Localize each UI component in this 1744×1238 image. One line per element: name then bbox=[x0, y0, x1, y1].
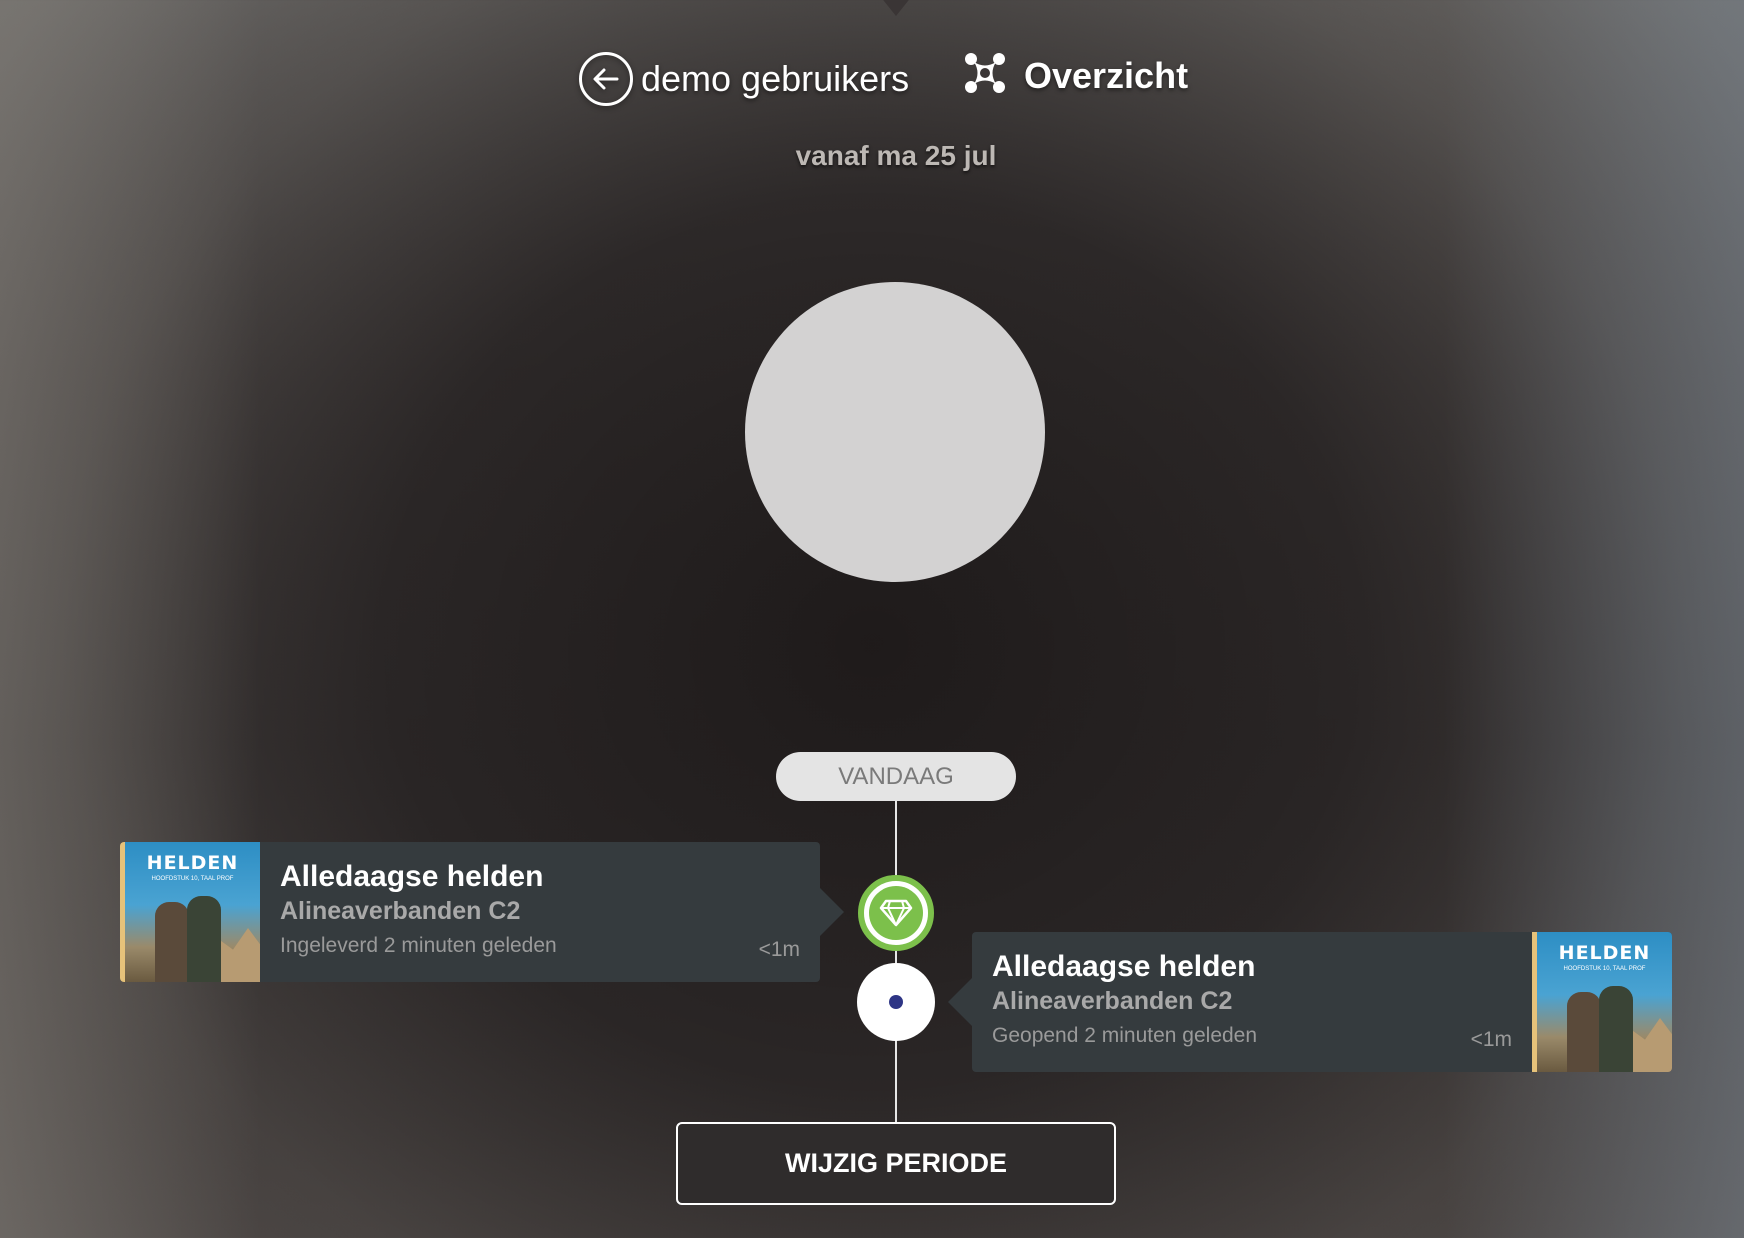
back-link-label[interactable]: demo gebruikers bbox=[641, 58, 909, 100]
cover-title: HELDEN bbox=[146, 852, 239, 874]
event-body: Alledaagse helden Alineaverbanden C2 Ing… bbox=[260, 842, 820, 982]
change-period-button[interactable]: WIJZIG PERIODE bbox=[676, 1122, 1116, 1205]
cover-title: HELDEN bbox=[1558, 942, 1651, 964]
event-status: Ingeleverd 2 minuten geleden bbox=[280, 934, 557, 957]
dot-icon bbox=[889, 995, 903, 1009]
timeline-node-opened bbox=[857, 963, 935, 1041]
card-pointer bbox=[820, 888, 844, 936]
timeline-line bbox=[895, 795, 897, 1125]
event-title: Alledaagse helden bbox=[280, 860, 544, 893]
arrow-left-circle-icon[interactable] bbox=[579, 52, 633, 106]
cover-subtitle: HOOFDSTUK 10, TAAL PROF bbox=[1563, 966, 1646, 972]
overview-icon bbox=[964, 52, 1006, 99]
period-text: vanaf ma 25 jul bbox=[795, 140, 997, 171]
timeline-event-card[interactable]: Alledaagse helden Alineaverbanden C2 Geo… bbox=[948, 932, 1672, 1072]
cover-subtitle: HOOFDSTUK 10, TAAL PROF bbox=[151, 876, 234, 882]
header: demo gebruikers Overzicht bbox=[0, 48, 1744, 118]
event-body: Alledaagse helden Alineaverbanden C2 Geo… bbox=[972, 932, 1532, 1072]
book-cover-image: HELDEN HOOFDSTUK 10, TAAL PROF bbox=[120, 842, 260, 982]
today-label: VANDAAG bbox=[776, 752, 1016, 801]
top-caret-icon[interactable] bbox=[872, 0, 920, 16]
card-pointer bbox=[948, 978, 972, 1026]
book-cover-image: HELDEN HOOFDSTUK 10, TAAL PROF bbox=[1532, 932, 1672, 1072]
event-subtitle: Alineaverbanden C2 bbox=[992, 987, 1233, 1015]
diamond-icon bbox=[869, 886, 923, 940]
timeline-event-card[interactable]: HELDEN HOOFDSTUK 10, TAAL PROF Alledaags… bbox=[120, 842, 844, 982]
timeline-node-completed bbox=[858, 875, 934, 951]
event-duration: <1m bbox=[758, 938, 800, 961]
avatar bbox=[745, 282, 1045, 582]
event-duration: <1m bbox=[1470, 1028, 1512, 1051]
background-edge-left bbox=[0, 0, 260, 1238]
overview-link[interactable]: Overzicht bbox=[964, 52, 1188, 99]
back-to-group-link[interactable]: demo gebruikers bbox=[579, 52, 909, 106]
overview-label[interactable]: Overzicht bbox=[1024, 55, 1188, 97]
event-subtitle: Alineaverbanden C2 bbox=[280, 897, 521, 925]
event-title: Alledaagse helden bbox=[992, 950, 1256, 983]
event-status: Geopend 2 minuten geleden bbox=[992, 1024, 1258, 1047]
